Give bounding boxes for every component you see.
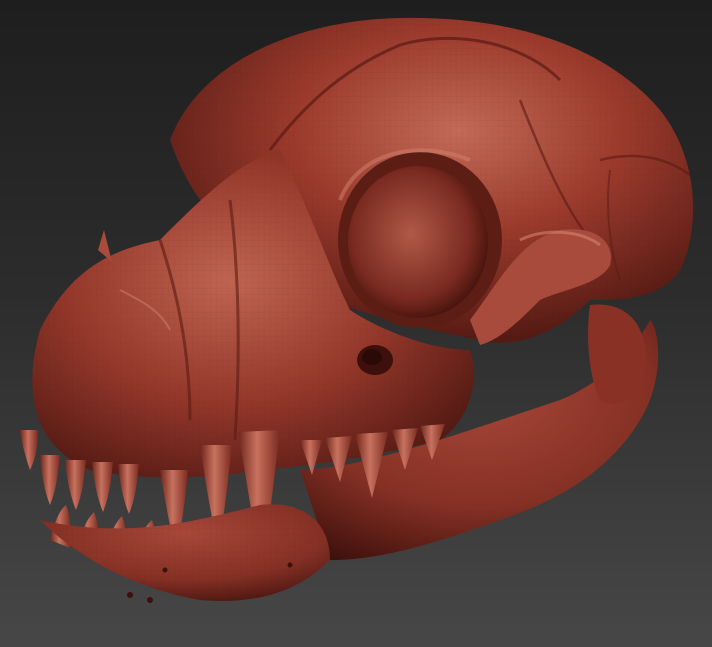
sculpt-model — [20, 17, 694, 603]
infraorbital-foramen — [357, 345, 393, 375]
3d-viewport[interactable] — [0, 0, 712, 647]
mandible — [40, 504, 330, 603]
